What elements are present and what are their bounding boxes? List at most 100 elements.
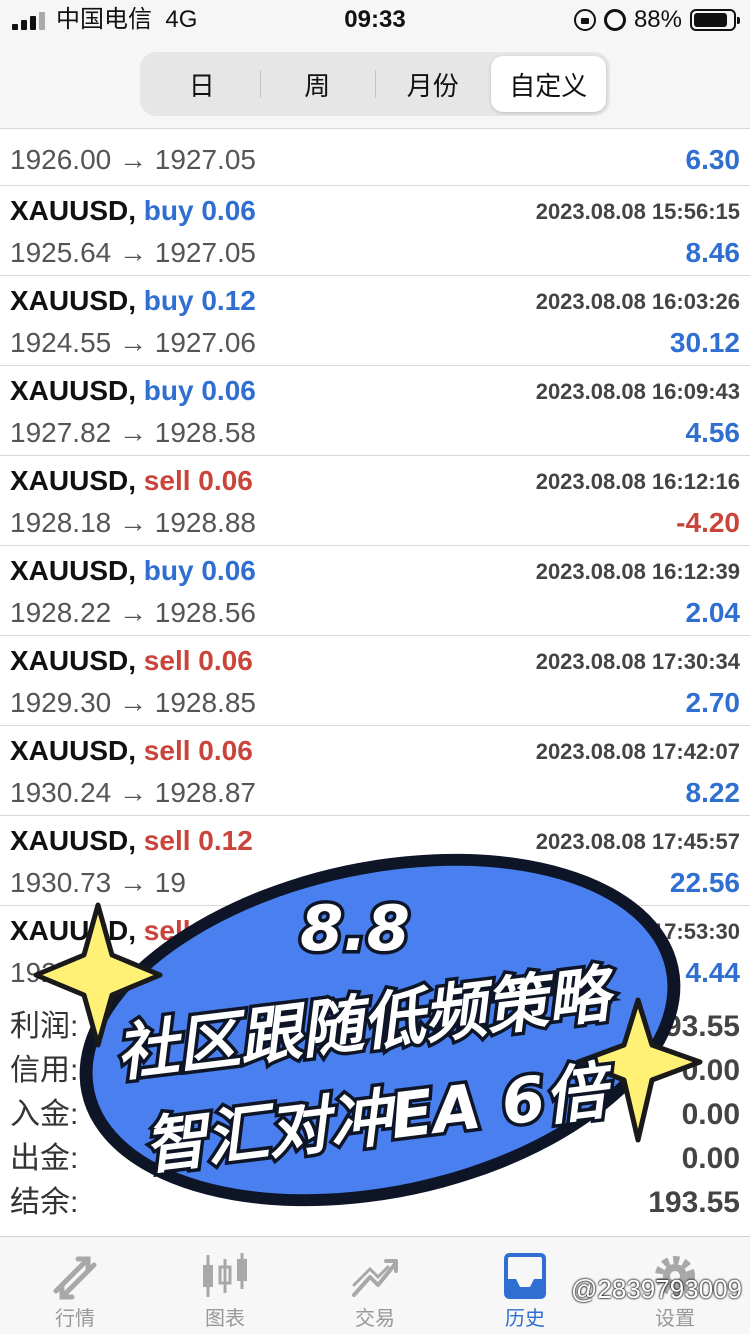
summary-label: 结余:: [10, 1186, 79, 1219]
trade-title: XAUUSD, buy 0.12: [10, 284, 256, 318]
summary-label: 出金:: [10, 1142, 79, 1175]
trade-profit: 2.04: [685, 597, 741, 628]
trade-side: sell: [143, 825, 191, 856]
tab-trade[interactable]: 交易: [300, 1237, 450, 1334]
trade-row[interactable]: XAUUSD, sell 08 17:53:30 1927 4.44: [0, 906, 750, 993]
trade-symbol: XAUUSD,: [10, 735, 137, 766]
trade-side: sell: [143, 465, 191, 496]
trade-prices: 1929.30 → 1928.85: [10, 687, 256, 718]
trade-row[interactable]: XAUUSD, sell 0.12 2023.08.08 17:45:57 1930…: [0, 816, 750, 906]
quotes-icon: [53, 1256, 97, 1300]
trade-side: buy: [143, 195, 194, 226]
trade-title: XAUUSD, sell: [10, 914, 191, 948]
summary-value: 0.00: [681, 1098, 740, 1131]
trade-prices: 1928.22 → 1928.56: [10, 597, 256, 628]
trade-volume: 0.06: [198, 465, 253, 496]
status-right: 88%: [573, 6, 740, 34]
trade-prices: 1927: [10, 957, 73, 988]
trade-title: XAUUSD, sell 0.12: [10, 824, 253, 858]
tab-label: 行情: [55, 1308, 95, 1330]
trade-volume: 0.12: [198, 825, 253, 856]
tab-label: 交易: [355, 1308, 395, 1330]
summary-withdrawal: 出金: 0.00: [0, 1137, 750, 1181]
trade-time: 2023.08.08 16:09:43: [535, 379, 740, 404]
tab-custom[interactable]: 自定义: [490, 56, 606, 112]
trade-time: 2023.08.08 15:56:15: [535, 199, 740, 224]
summary-value: 193.55: [648, 1186, 740, 1219]
trade-time: 08 17:53:30: [621, 919, 740, 944]
rotation-lock-icon: [573, 9, 596, 31]
trade-row[interactable]: XAUUSD, buy 0.06 2023.08.08 15:56:15 1925.…: [0, 186, 750, 276]
trade-side: sell: [143, 645, 191, 676]
tab-day[interactable]: 日: [144, 56, 260, 112]
trade-title: XAUUSD, buy 0.06: [10, 374, 256, 408]
trade-symbol: XAUUSD,: [10, 465, 137, 496]
trade-symbol: XAUUSD,: [10, 645, 137, 676]
summary-value: 0.00: [681, 1142, 740, 1175]
tab-label: 设置: [655, 1308, 695, 1330]
trade-row[interactable]: XAUUSD, buy 0.06 2023.08.08 16:09:43 1927.…: [0, 366, 750, 456]
trade-row[interactable]: XAUUSD, buy 0.06 2023.08.08 16:12:39 1928.…: [0, 546, 750, 636]
trade-title: XAUUSD, buy 0.06: [10, 554, 256, 588]
trade-row-partial[interactable]: 1926.00 → 1927.05 6.30: [0, 129, 750, 186]
tab-label: 图表: [205, 1308, 245, 1330]
period-selector-bar: 日 周 月份 自定义: [0, 40, 750, 128]
trade-volume: 0.12: [201, 285, 256, 316]
trade-volume: 0.06: [201, 555, 256, 586]
trade-icon: [352, 1259, 398, 1297]
trade-volume: 0.06: [201, 195, 256, 226]
trade-symbol: XAUUSD,: [10, 285, 137, 316]
trade-title: XAUUSD, sell 0.06: [10, 644, 253, 678]
trade-row[interactable]: XAUUSD, buy 0.12 2023.08.08 16:03:26 1924.…: [0, 276, 750, 366]
trade-time: 2023.08.08 17:42:07: [535, 739, 740, 764]
trade-prices: 1926.00 → 1927.05: [10, 144, 256, 175]
trade-profit: 6.30: [685, 144, 741, 175]
trade-profit: -4.20: [676, 507, 740, 538]
trade-prices: 1924.55 → 1927.06: [10, 327, 256, 358]
summary-credit: 信用: 0.00: [0, 1049, 750, 1093]
trade-history-list[interactable]: 1926.00 → 1927.05 6.30 XAUUSD, buy 0.06 2…: [0, 128, 750, 993]
trade-profit: 30.12: [669, 327, 740, 358]
trade-prices: 1928.18 → 1928.88: [10, 507, 256, 538]
trade-side: sell: [143, 915, 191, 946]
summary-balance: 结余: 193.55: [0, 1181, 750, 1225]
tab-chart[interactable]: 图表: [150, 1237, 300, 1334]
trade-volume: 0.06: [201, 375, 256, 406]
trade-profit: 22.56: [669, 867, 740, 898]
trade-time: 2023.08.08 16:12:16: [535, 469, 740, 494]
tab-month[interactable]: 月份: [375, 56, 491, 112]
summary-label: 入金:: [10, 1098, 79, 1131]
summary-value: 193.55: [648, 1010, 740, 1043]
trade-title: XAUUSD, buy 0.06: [10, 194, 256, 228]
trade-time: 2023.08.08 16:12:39: [535, 559, 740, 584]
summary-profit: 利润: 193.55: [0, 1005, 750, 1049]
chart-icon: [203, 1253, 247, 1297]
trade-time: 2023.08.08 16:03:26: [535, 289, 740, 314]
trade-symbol: XAUUSD,: [10, 195, 137, 226]
trade-prices: 1930.73 → 19: [10, 867, 186, 898]
account-summary: 利润: 193.55 信用: 0.00 入金: 0.00 出金: 0.00 结余…: [0, 1005, 750, 1225]
history-icon: [504, 1253, 546, 1299]
tab-week[interactable]: 周: [259, 56, 376, 112]
period-segmented-control: 日 周 月份 自定义: [140, 52, 610, 116]
tab-label: 历史: [505, 1308, 545, 1330]
trade-symbol: XAUUSD,: [10, 375, 137, 406]
battery-icon: [690, 9, 740, 31]
trade-profit: 2.70: [685, 687, 741, 718]
trade-symbol: XAUUSD,: [10, 555, 137, 586]
trade-time: 2023.08.08 17:30:34: [535, 649, 740, 674]
trade-title: XAUUSD, sell 0.06: [10, 464, 253, 498]
trade-row[interactable]: XAUUSD, sell 0.06 2023.08.08 17:42:07 1930…: [0, 726, 750, 816]
status-bar: 中国电信 4G 09:33 88%: [0, 0, 750, 40]
trade-side: buy: [143, 555, 194, 586]
trade-row[interactable]: XAUUSD, sell 0.06 2023.08.08 16:12:16 1928…: [0, 456, 750, 546]
trade-prices: 1927.82 → 1928.58: [10, 417, 256, 448]
watermark: @2839793009: [571, 1274, 742, 1304]
trade-side: buy: [143, 285, 194, 316]
tab-quotes[interactable]: 行情: [0, 1237, 150, 1334]
trade-profit: 4.44: [685, 957, 741, 988]
alarm-icon: [603, 9, 626, 31]
summary-deposit: 入金: 0.00: [0, 1093, 750, 1137]
trade-row[interactable]: XAUUSD, sell 0.06 2023.08.08 17:30:34 1929…: [0, 636, 750, 726]
trade-prices: 1925.64 → 1927.05: [10, 237, 256, 268]
